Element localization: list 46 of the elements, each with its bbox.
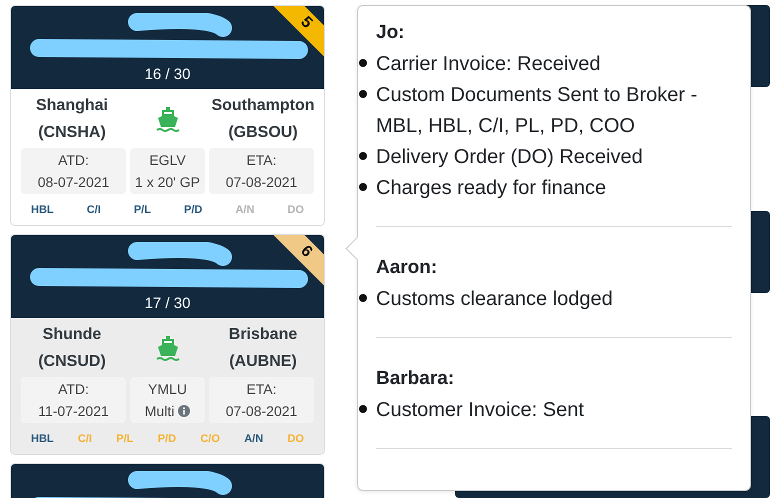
document-status[interactable]: P/L xyxy=(116,433,134,445)
author-name: Barbara: xyxy=(376,368,456,390)
departure-date: 08-07-2021 xyxy=(38,173,110,192)
note-text: Charges ready for finance xyxy=(376,176,606,201)
destination-city: Brisbane xyxy=(228,325,298,345)
progress-count: 16 / 30 xyxy=(144,66,190,83)
container-count: Multi xyxy=(144,403,174,419)
note-text: Customer Invoice: Sent xyxy=(376,398,584,423)
document-status[interactable]: P/D xyxy=(158,433,176,445)
ribbon-number: 6 xyxy=(296,242,316,262)
origin-city: Shanghai xyxy=(36,96,108,116)
document-status[interactable]: DO xyxy=(287,204,304,216)
author-name: Aaron: xyxy=(376,257,438,279)
note-text: Carrier Invoice: Received xyxy=(376,52,601,77)
document-status[interactable]: C/O xyxy=(200,433,220,445)
destination-code: (AUBNE) xyxy=(229,352,297,372)
arrival-date: 07-08-2021 xyxy=(226,173,298,192)
carrier-code: EGLV xyxy=(149,151,186,170)
document-status[interactable]: DO xyxy=(287,433,304,445)
departure-label: ATD: xyxy=(58,151,89,170)
ribbon-number: 5 xyxy=(296,13,316,33)
progress-count: 17 / 30 xyxy=(144,295,190,312)
origin-code: (CNSUD) xyxy=(38,352,106,372)
note-text: Customs clearance lodged xyxy=(376,287,613,312)
departure-date: 11-07-2021 xyxy=(38,402,109,421)
document-status[interactable]: HBL xyxy=(31,433,54,445)
arrival-label: ETA: xyxy=(246,380,277,399)
origin-city: Shunde xyxy=(42,325,102,345)
arrival-date: 07-08-2021 xyxy=(226,402,298,421)
document-status[interactable]: P/D xyxy=(184,204,202,216)
origin-code: (CNSHA) xyxy=(38,123,106,143)
author-name: Jo: xyxy=(376,22,406,44)
container-count: 1 x 20' GP xyxy=(135,174,200,190)
arrival-label: ETA: xyxy=(246,151,277,170)
carrier-code: YMLU xyxy=(148,380,187,399)
document-status[interactable]: A/N xyxy=(235,204,254,216)
document-status[interactable]: P/L xyxy=(134,204,151,216)
document-status[interactable]: A/N xyxy=(244,433,264,445)
departure-label: ATD: xyxy=(58,380,89,399)
document-status[interactable]: C/I xyxy=(78,433,92,445)
destination-code: (GBSOU) xyxy=(228,123,298,143)
document-status[interactable]: C/I xyxy=(86,204,101,216)
note-text: Custom Documents Sent to Broker - MBL, HBL, C/I, PL, PD, COO xyxy=(376,83,698,139)
note-text: Delivery Order (DO) Received xyxy=(376,145,643,170)
document-status[interactable]: HBL xyxy=(31,204,54,216)
destination-city: Southampton xyxy=(211,96,315,116)
